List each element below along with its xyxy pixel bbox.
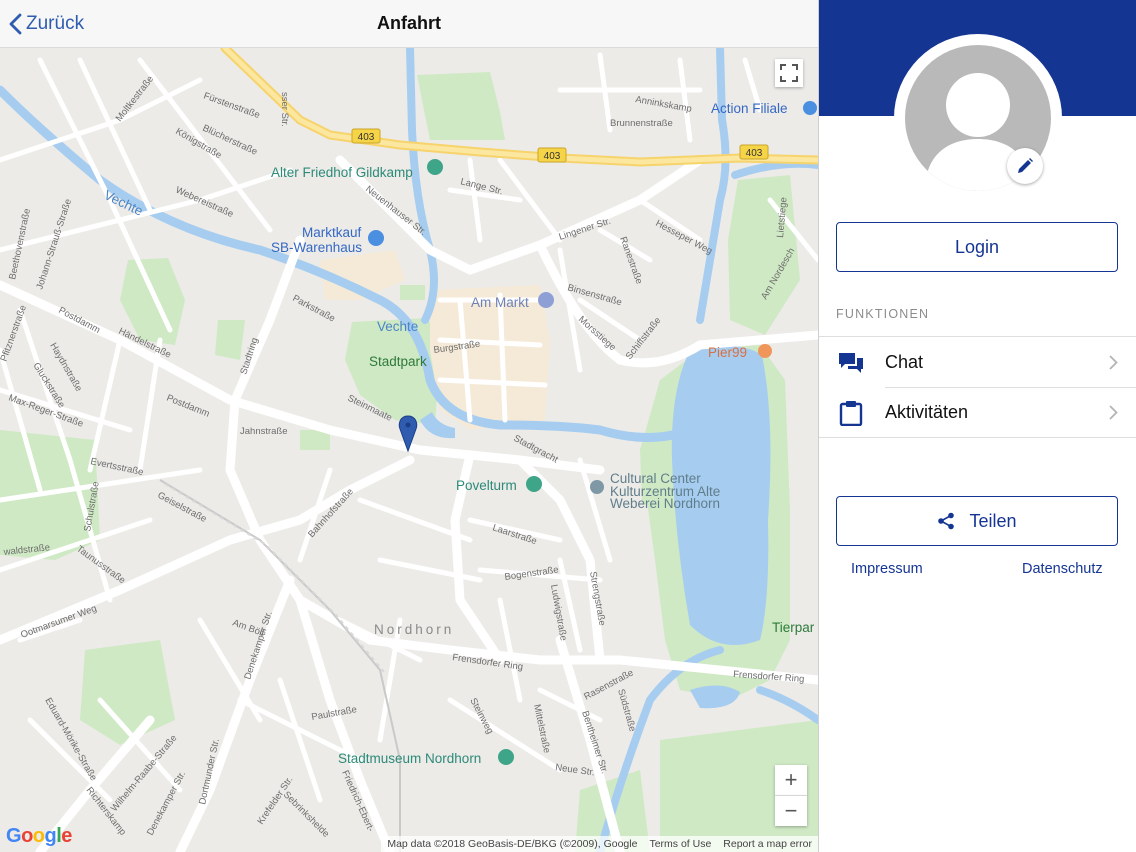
place-label: Action Filiale: [711, 101, 788, 116]
edit-avatar-button[interactable]: [1007, 148, 1043, 184]
svg-text:403: 403: [746, 148, 763, 159]
impressum-link[interactable]: Impressum: [851, 561, 923, 577]
street-label: Brunnenstraße: [610, 118, 673, 129]
share-icon: [938, 512, 955, 530]
parking-poi-icon: [538, 292, 554, 308]
menu-item-label: Aktivitäten: [885, 401, 969, 422]
map-canvas: 403 403 403 Lingener Str. Neuenhauser St…: [0, 48, 818, 852]
place-label: Am Markt: [471, 295, 529, 310]
fullscreen-icon: [780, 64, 798, 82]
navigation-bar: Zurück Anfahrt: [0, 0, 818, 48]
place-label: Pier99: [708, 345, 747, 360]
chevron-right-icon: [1109, 405, 1118, 420]
pencil-icon: [1018, 158, 1033, 173]
menu-item-chat[interactable]: Chat: [819, 337, 1136, 387]
shopping-poi-icon: [368, 230, 384, 246]
place-label: Stadtpark: [369, 354, 427, 369]
road-shield: 403: [537, 147, 567, 163]
function-menu: Chat Aktivitäten: [819, 336, 1136, 438]
menu-item-aktivitaeten[interactable]: Aktivitäten: [819, 387, 1136, 437]
shopping-poi-icon: [803, 101, 817, 115]
restaurant-poi-icon: [758, 344, 772, 358]
chat-icon: [839, 353, 863, 373]
road-shield: 403: [739, 144, 769, 160]
map-data-text: Map data ©2018 GeoBasis-DE/BKG (©2009), …: [387, 838, 638, 850]
clipboard-icon: [839, 401, 863, 426]
section-header: FUNKTIONEN: [836, 307, 930, 321]
sidebar: Login FUNKTIONEN Chat Aktivitäten Teilen…: [819, 0, 1136, 852]
place-label: Tierpar: [772, 620, 815, 635]
place-label: Weberei Nordhorn: [610, 496, 720, 511]
map-attribution: Map data ©2018 GeoBasis-DE/BKG (©2009), …: [381, 836, 818, 852]
park-poi-icon: [427, 159, 443, 175]
street-label: Jahnstraße: [240, 426, 288, 437]
location-poi-icon: [590, 480, 604, 494]
share-button[interactable]: Teilen: [836, 496, 1118, 546]
place-label: Vechte: [377, 319, 418, 334]
page-title: Anfahrt: [377, 13, 441, 33]
city-label: Nordhorn: [374, 622, 454, 637]
place-label: SB-Warenhaus: [271, 240, 362, 255]
street-label: sser Str.: [279, 92, 290, 127]
map-view[interactable]: 403 403 403 Lingener Str. Neuenhauser St…: [0, 48, 818, 852]
report-link[interactable]: Report a map error: [723, 838, 812, 850]
share-label: Teilen: [969, 510, 1017, 531]
zoom-out-button[interactable]: −: [775, 796, 807, 826]
place-label: Stadtmuseum Nordhorn: [338, 751, 481, 766]
datenschutz-link[interactable]: Datenschutz: [1022, 561, 1103, 577]
chevron-right-icon: [1109, 355, 1118, 370]
map-pane: Zurück Anfahrt 403 403 403 Lingener Str.…: [0, 0, 818, 852]
menu-item-label: Chat: [885, 351, 924, 372]
svg-text:403: 403: [544, 151, 561, 162]
login-label: Login: [954, 236, 1000, 257]
zoom-in-button[interactable]: +: [775, 765, 807, 796]
login-button[interactable]: Login: [836, 222, 1118, 272]
place-label: Marktkauf: [302, 225, 362, 240]
fullscreen-button[interactable]: [775, 59, 803, 87]
museum-poi-icon: [498, 749, 514, 765]
google-logo: Google: [6, 825, 72, 847]
svg-text:403: 403: [358, 132, 375, 143]
place-label: Alter Friedhof Gildkamp: [271, 165, 413, 180]
place-label: Povelturm: [456, 478, 517, 493]
terms-link[interactable]: Terms of Use: [649, 838, 711, 850]
landmark-poi-icon: [526, 476, 542, 492]
road-shield: 403: [351, 128, 381, 144]
